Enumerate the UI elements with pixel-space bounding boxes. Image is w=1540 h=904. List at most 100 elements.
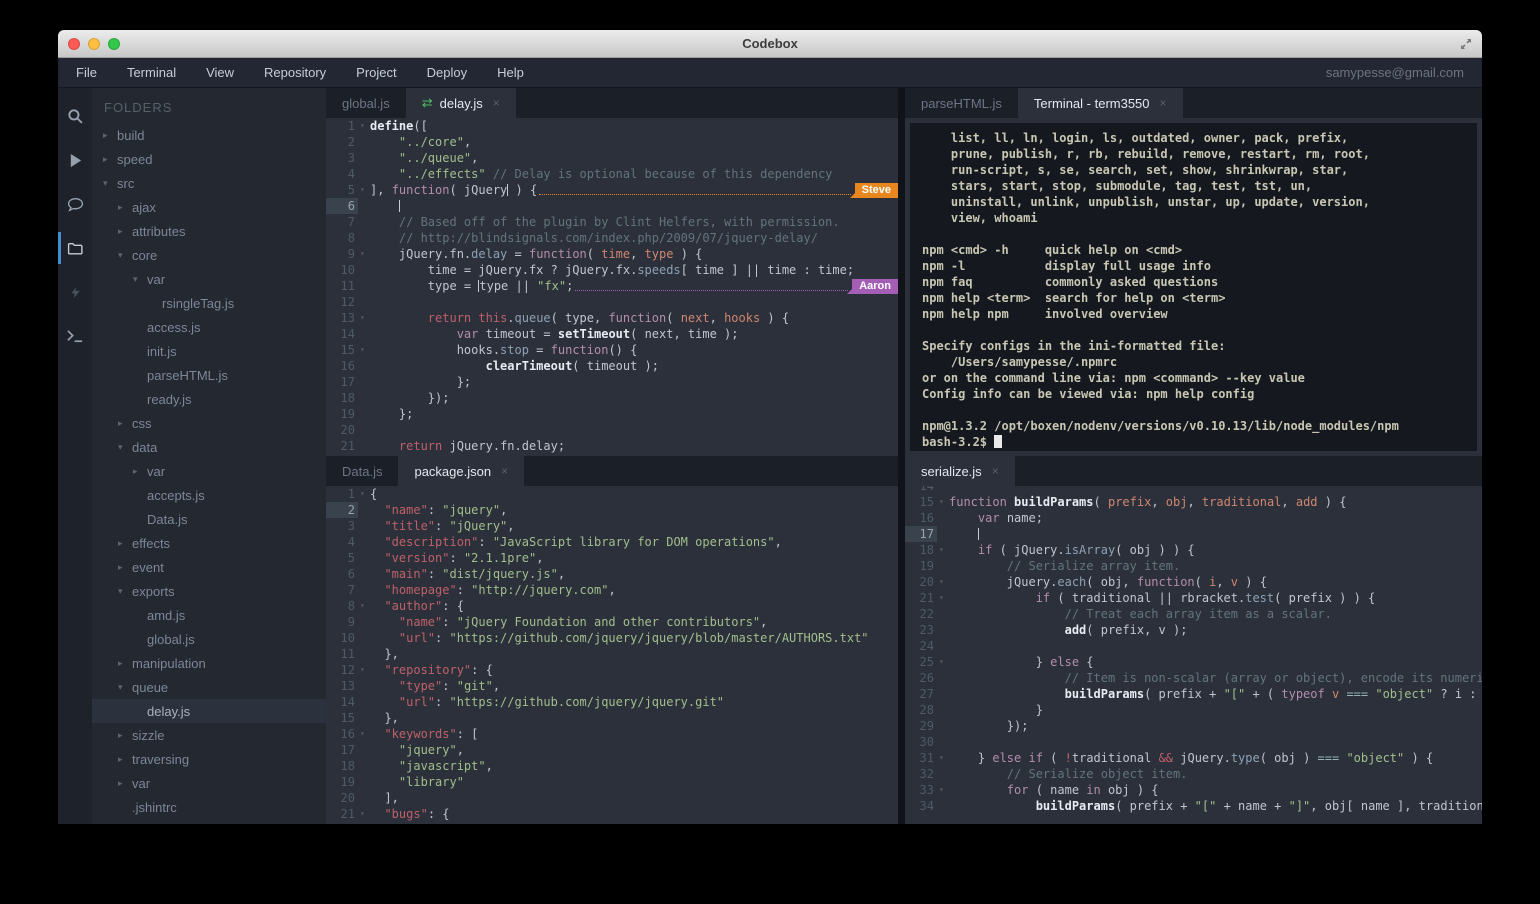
code-line[interactable]: 26 // Item is non-scalar (array or objec… [905,670,1482,686]
tree-item-queue[interactable]: ▾ queue [92,675,326,699]
code-line[interactable]: 7 "homepage": "http://jquery.com", [326,582,898,598]
tree-item-jshintrc[interactable]: .jshintrc [92,795,326,819]
code-line[interactable]: 16 ▾ "keywords": [ [326,726,898,742]
code-line[interactable]: 21 ▾ "bugs": { [326,806,898,822]
tree-item-attributes[interactable]: ▸ attributes [92,219,326,243]
activity-chat-icon[interactable] [58,182,92,226]
close-icon[interactable]: × [992,464,999,478]
code-line[interactable]: 21 return jQuery.fn.delay; [326,438,898,454]
code-line[interactable]: 8 ▾ "author": { [326,598,898,614]
fold-icon[interactable]: ▾ [937,494,949,510]
tree-item-var[interactable]: ▾ var [92,267,326,291]
code-line[interactable]: 8 // http://blindsignals.com/index.php/2… [326,230,898,246]
code-line[interactable]: 18 ▾ if ( jQuery.isArray( obj ) ) { [905,542,1482,558]
code-line[interactable]: 14 var timeout = setTimeout( next, time … [326,326,898,342]
menu-project[interactable]: Project [356,65,396,80]
fold-icon[interactable]: ▾ [358,662,370,678]
code-line[interactable]: 11 type = type || "fx"; Aaron [326,278,898,294]
menu-view[interactable]: View [206,65,234,80]
code-line[interactable]: 16 var name; [905,510,1482,526]
code-line[interactable]: 29 }); [905,718,1482,734]
code-line[interactable]: 17 [905,526,1482,542]
tree-item-effects[interactable]: ▸ effects [92,531,326,555]
fold-icon[interactable]: ▾ [358,342,370,358]
code-editor[interactable]: 1 ▾ define([2 "../core", 3 "../queue", 4 "..… [326,118,898,456]
tab-serialize-js[interactable]: serialize.js × [905,456,1015,486]
tree-item-src[interactable]: ▾ src [92,171,326,195]
code-line[interactable]: 17 }; [326,374,898,390]
code-line[interactable]: 33 ▾ for ( name in obj ) { [905,782,1482,798]
fold-icon[interactable]: ▾ [937,542,949,558]
code-line[interactable]: 31 ▾ } else if ( !traditional && jQuery.t… [905,750,1482,766]
tree-item-traversing[interactable]: ▸ traversing [92,747,326,771]
code-line[interactable]: 19 // Serialize array item. [905,558,1482,574]
code-line[interactable]: 9 "name": "jQuery Foundation and other c… [326,614,898,630]
code-line[interactable]: 12 [326,294,898,310]
code-line[interactable]: 19 "library" [326,774,898,790]
fold-icon[interactable]: ▾ [358,310,370,326]
code-line[interactable]: 18 }); [326,390,898,406]
tree-item-core[interactable]: ▾ core [92,243,326,267]
tab-data-js[interactable]: Data.js [326,456,398,486]
code-editor[interactable]: 1 ▾{2 "name": "jquery", 3 "title": "jQuery… [326,486,898,824]
code-line[interactable]: 16 clearTimeout( timeout ); [326,358,898,374]
code-line[interactable]: 13 ▾ return this.queue( type, function( n… [326,310,898,326]
code-line[interactable]: 18 "javascript", [326,758,898,774]
code-line[interactable]: 2 "../core", [326,134,898,150]
code-line[interactable]: 3 "title": "jQuery", [326,518,898,534]
pane-divider[interactable] [898,88,905,824]
activity-offline-icon[interactable] [58,270,92,314]
tree-item-ready-js[interactable]: ready.js [92,387,326,411]
tab-parsehtml-js[interactable]: parseHTML.js [905,88,1018,118]
fold-icon[interactable]: ▾ [937,654,949,670]
tree-item-css[interactable]: ▸ css [92,411,326,435]
menu-deploy[interactable]: Deploy [427,65,467,80]
tree-item-var[interactable]: ▸ var [92,459,326,483]
code-line[interactable]: 20 ▾ jQuery.each( obj, function( i, v ) { [905,574,1482,590]
tab-package-json[interactable]: package.json × [398,456,525,486]
tree-item-rsingleTag-js[interactable]: rsingleTag.js [92,291,326,315]
code-line[interactable]: 11 }, [326,646,898,662]
activity-folder-icon[interactable] [58,226,92,270]
code-line[interactable]: 15 }, [326,710,898,726]
code-line[interactable]: 14 "url": "https://github.com/jquery/jqu… [326,694,898,710]
code-line[interactable]: 22 // Treat each array item as a scalar. [905,606,1482,622]
fold-icon[interactable]: ▾ [937,574,949,590]
terminal-output[interactable]: list, ll, ln, login, ls, outdated, owner… [910,123,1477,451]
tree-item-parseHTML-js[interactable]: parseHTML.js [92,363,326,387]
close-icon[interactable]: × [1160,96,1167,110]
fold-icon[interactable]: ▾ [358,726,370,742]
code-line[interactable]: 32 // Serialize object item. [905,766,1482,782]
tab-terminal-term3550[interactable]: Terminal - term3550 × [1017,88,1183,118]
tree-item-exports[interactable]: ▾ exports [92,579,326,603]
code-line[interactable]: 1 ▾ define([ [326,118,898,134]
code-line[interactable]: 24 [905,638,1482,654]
code-line[interactable]: 6 [326,198,898,214]
code-line[interactable]: 15 ▾ hooks.stop = function() { [326,342,898,358]
code-line[interactable]: 1 ▾{ [326,486,898,502]
tree-item-sizzle[interactable]: ▸ sizzle [92,723,326,747]
code-line[interactable]: 12 ▾ "repository": { [326,662,898,678]
code-line[interactable]: 4 "description": "JavaScript library for… [326,534,898,550]
code-line[interactable]: 5 ▾], function( jQuery ) {Steve [326,182,898,198]
tab-delay-js[interactable]: ⇄ delay.js × [405,88,516,118]
tree-item-var[interactable]: ▸ var [92,771,326,795]
code-line[interactable]: 21 ▾ if ( traditional || rbracket.test( p… [905,590,1482,606]
close-icon[interactable]: × [501,464,508,478]
tree-item-access-js[interactable]: access.js [92,315,326,339]
close-icon[interactable]: × [493,96,500,110]
activity-run-icon[interactable] [58,138,92,182]
fold-icon[interactable]: ▾ [358,182,370,198]
code-line[interactable]: 2 "name": "jquery", [326,502,898,518]
code-line[interactable]: 19 }; [326,406,898,422]
tree-item-amd-js[interactable]: amd.js [92,603,326,627]
code-line[interactable]: 27 buildParams( prefix + "[" + ( typeof … [905,686,1482,702]
code-line[interactable]: 3 "../queue", [326,150,898,166]
tab-global-js[interactable]: global.js [326,88,406,118]
tree-item-build[interactable]: ▸ build [92,123,326,147]
tree-item-data[interactable]: ▾ data [92,435,326,459]
code-editor[interactable]: 14 15 ▾ function buildParams( prefix, obj, … [905,486,1482,824]
code-line[interactable]: 14 [905,486,1482,494]
tree-item-init-js[interactable]: init.js [92,339,326,363]
code-line[interactable]: 6 "main": "dist/jquery.js", [326,566,898,582]
